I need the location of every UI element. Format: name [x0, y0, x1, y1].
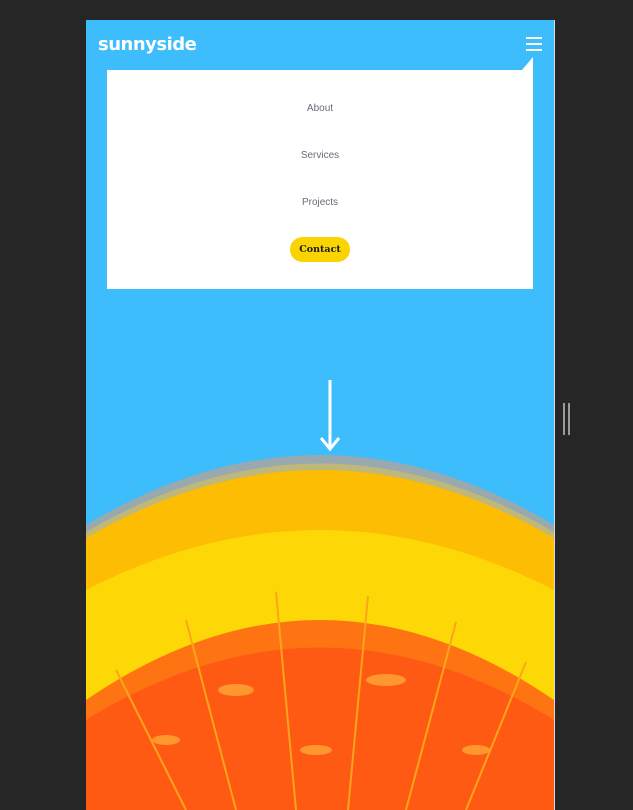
- viewport-resize-handle[interactable]: [563, 403, 570, 435]
- nav-item-projects[interactable]: Projects: [107, 197, 533, 208]
- nav-item-services[interactable]: Services: [107, 150, 533, 161]
- viewport-border: [554, 20, 555, 810]
- site-logo[interactable]: sunnyside: [98, 34, 197, 55]
- hamburger-icon[interactable]: [526, 37, 542, 51]
- contact-button[interactable]: Contact: [290, 237, 350, 262]
- menu-pointer: [522, 57, 533, 70]
- arrow-down-icon[interactable]: [320, 380, 340, 455]
- mobile-nav-menu: About Services Projects Contact: [107, 70, 533, 289]
- mobile-viewport: sunnyside About Services Projects Contac…: [86, 20, 554, 810]
- nav-item-about[interactable]: About: [107, 103, 533, 114]
